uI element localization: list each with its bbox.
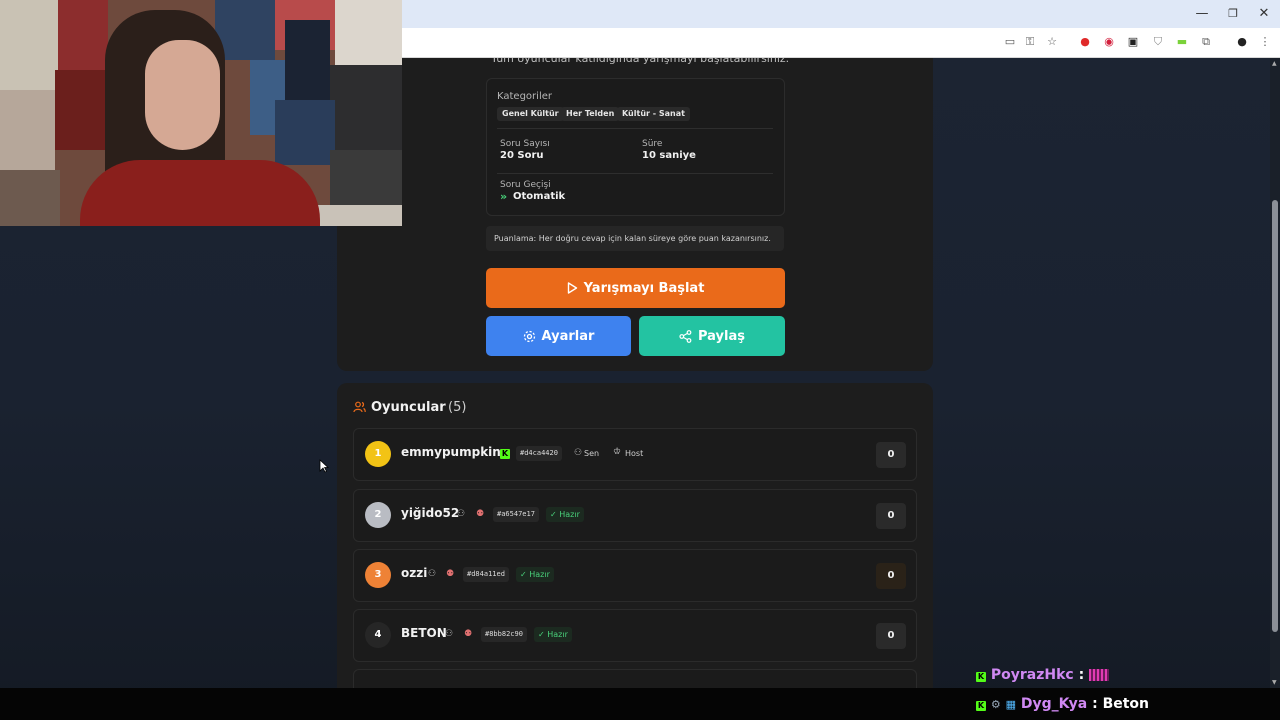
user-icon: ⚇ (445, 629, 454, 639)
player-row: 1 emmypumpkin K #d4ca4420 ⚇ Sen ♔ Host 0 (353, 428, 917, 481)
mouse-cursor-icon (319, 459, 329, 473)
badge-icon: ▦ (1005, 698, 1017, 711)
player-id-tag: #d84a11ed (463, 567, 509, 582)
player-row: 2 yiğido52 ⚇ ⚉ #a6547e17 ✓ Hazır 0 (353, 489, 917, 542)
emote-icon (1089, 669, 1110, 681)
question-count-value: 20 Soru (500, 150, 544, 161)
webcam-overlay (0, 0, 402, 226)
players-count: (5) (448, 400, 467, 415)
settings-label: Ayarlar (541, 328, 595, 344)
start-game-label: Yarışmayı Başlat (583, 280, 705, 296)
divider (497, 173, 773, 174)
close-button[interactable]: ✕ (1248, 4, 1280, 24)
user-icon: ⚇ (428, 569, 437, 579)
duration-label: Süre (642, 139, 663, 149)
duration-value: 10 saniye (642, 150, 696, 161)
host-badge: Host (625, 449, 644, 458)
browser-title-bar (402, 0, 1280, 28)
players-title: Oyuncular (371, 400, 446, 415)
scrollbar-thumb[interactable] (1272, 200, 1278, 632)
minimize-button[interactable]: — (1186, 4, 1218, 24)
scoring-info: Puanlama: Her doğru cevap için kalan sür… (486, 226, 784, 251)
player-name: yiğido52 (401, 506, 460, 520)
player-id-tag: #a6547e17 (493, 507, 539, 522)
start-game-button[interactable]: Yarışmayı Başlat (486, 268, 785, 308)
player-name: ozzi (401, 566, 428, 580)
settings-button[interactable]: Ayarlar (486, 316, 631, 356)
scroll-up-arrow[interactable]: ▲ (1272, 60, 1277, 67)
category-chip: Genel Kültür (497, 107, 564, 121)
question-count-label: Soru Sayısı (500, 139, 550, 149)
browser-toolbar (402, 28, 1280, 58)
puzzle-icon[interactable]: ⧉ (1198, 34, 1214, 50)
kick-icon: K (500, 449, 510, 459)
rank-badge: 3 (365, 562, 391, 588)
follow-icon[interactable]: ⚉ (476, 509, 484, 519)
rank-badge: 2 (365, 502, 391, 528)
badge-icon: ⚙ (990, 698, 1001, 711)
star-icon[interactable]: ☆ (1044, 34, 1060, 50)
category-chip: Kültür - Sanat (617, 107, 690, 121)
player-score: 0 (876, 623, 906, 649)
chat-message: K PoyrazHkc : (976, 667, 1110, 683)
kick-icon: K (976, 701, 986, 711)
divider (497, 128, 773, 129)
rank-badge: 1 (365, 441, 391, 467)
user-icon: ⚇ (457, 509, 466, 519)
extension-icon[interactable]: ▣ (1125, 34, 1141, 50)
user-icon: ⚇ (574, 448, 583, 458)
menu-icon[interactable]: ⋮ (1257, 34, 1273, 50)
profile-icon[interactable]: ● (1234, 34, 1250, 50)
kick-icon: K (976, 672, 986, 682)
gear-icon (523, 330, 535, 342)
ready-badge: ✓ Hazır (534, 627, 572, 642)
users-icon (353, 401, 366, 413)
category-chip: Her Telden (561, 107, 620, 121)
player-name: BETON (401, 626, 447, 640)
follow-icon[interactable]: ⚉ (464, 629, 472, 639)
chat-separator: : (1078, 667, 1085, 683)
play-icon (567, 282, 577, 294)
share-button[interactable]: Paylaş (639, 316, 785, 356)
chat-text: Beton (1102, 696, 1150, 712)
crown-icon: ♔ (613, 447, 622, 457)
adblock-icon[interactable]: ◉ (1101, 34, 1117, 50)
you-badge: Sen (584, 449, 600, 458)
ready-badge: ✓ Hazır (516, 567, 554, 582)
player-row: 4 BETON ⚇ ⚉ #8bb82c90 ✓ Hazır 0 (353, 609, 917, 662)
follow-icon[interactable]: ⚉ (446, 569, 454, 579)
chat-username: Dyg_Kya (1020, 696, 1088, 712)
chat-message: K ⚙ ▦ Dyg_Kya : Beton (976, 696, 1149, 712)
cast-icon[interactable]: ▭ (1002, 34, 1018, 50)
ready-badge: ✓ Hazır (546, 507, 584, 522)
chat-separator: : (1092, 696, 1098, 712)
player-id-tag: #d4ca4420 (516, 446, 562, 461)
chat-username: PoyrazHkc (990, 667, 1074, 683)
player-score: 0 (876, 563, 906, 589)
opera-icon[interactable]: ● (1077, 34, 1093, 50)
double-chevron-right-icon: » (500, 190, 508, 203)
player-row: 3 ozzi ⚇ ⚉ #d84a11ed ✓ Hazır 0 (353, 549, 917, 602)
scroll-down-arrow[interactable]: ▼ (1272, 679, 1277, 686)
player-score: 0 (876, 442, 906, 468)
categories-label: Kategoriler (497, 91, 552, 102)
share-icon (679, 329, 692, 343)
rank-badge: 4 (365, 622, 391, 648)
shield-icon[interactable]: ⛉ (1150, 34, 1166, 50)
maximize-button[interactable]: ❐ (1217, 4, 1249, 24)
transition-value: Otomatik (513, 191, 566, 202)
share-label: Paylaş (698, 328, 745, 344)
key-icon[interactable]: ⚿ (1022, 34, 1038, 50)
player-name: emmypumpkin (401, 445, 501, 459)
player-score: 0 (876, 503, 906, 529)
battery-icon[interactable]: ▬ (1174, 34, 1190, 50)
transition-label: Soru Geçişi (500, 180, 551, 190)
player-id-tag: #8bb82c90 (481, 627, 527, 642)
